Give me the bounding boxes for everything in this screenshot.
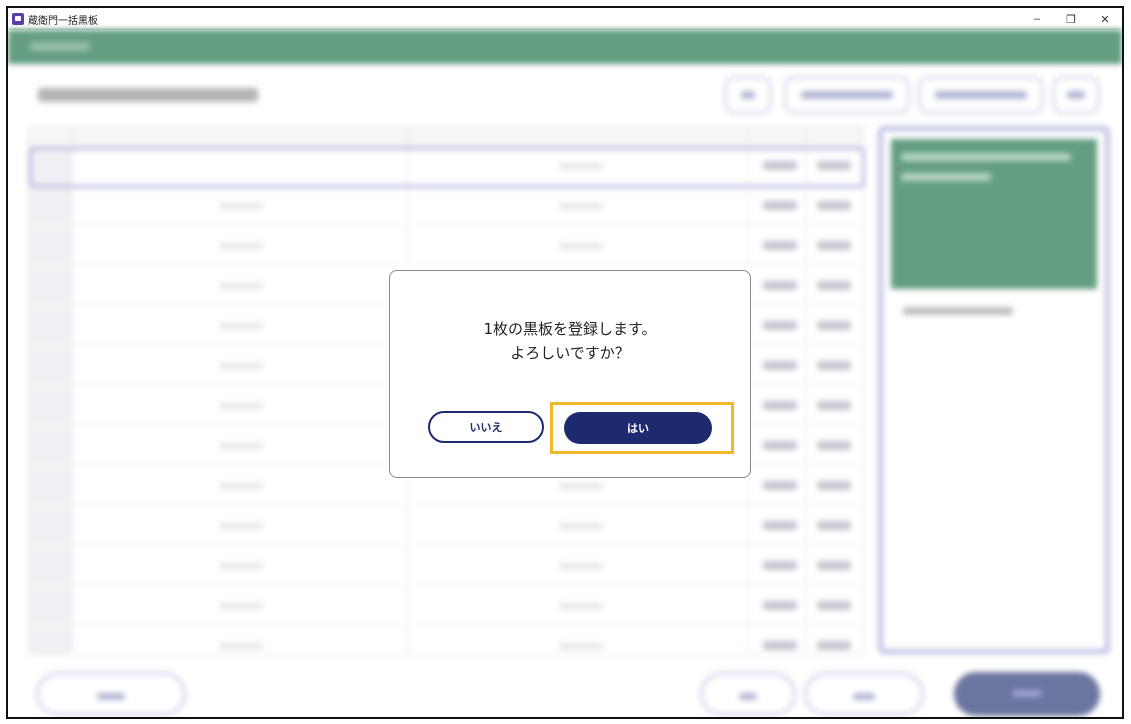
yes-button[interactable]: はい	[564, 412, 712, 444]
no-button[interactable]: いいえ	[428, 411, 544, 443]
title-bar: 蔵衛門一括黒板 – ❐ ✕	[8, 8, 1122, 30]
maximize-icon[interactable]: ❐	[1054, 8, 1088, 30]
confirm-message: 1枚の黒板を登録します。 よろしいですか？	[390, 317, 750, 365]
minimize-icon[interactable]: –	[1020, 8, 1054, 30]
yes-button-highlight: はい	[550, 402, 734, 454]
close-icon[interactable]: ✕	[1088, 8, 1122, 30]
confirm-dialog: 1枚の黒板を登録します。 よろしいですか？ いいえ はい	[389, 270, 751, 478]
window-controls: – ❐ ✕	[1020, 8, 1122, 30]
app-icon	[12, 13, 24, 25]
window-title: 蔵衛門一括黒板	[28, 15, 98, 27]
confirm-message-line2: よろしいですか？	[510, 344, 630, 362]
app-window: 蔵衛門一括黒板 – ❐ ✕ 1枚の黒板を登録します。 よろしいですか？ いいえ …	[6, 6, 1124, 719]
confirm-message-line1: 1枚の黒板を登録します。	[483, 320, 657, 338]
